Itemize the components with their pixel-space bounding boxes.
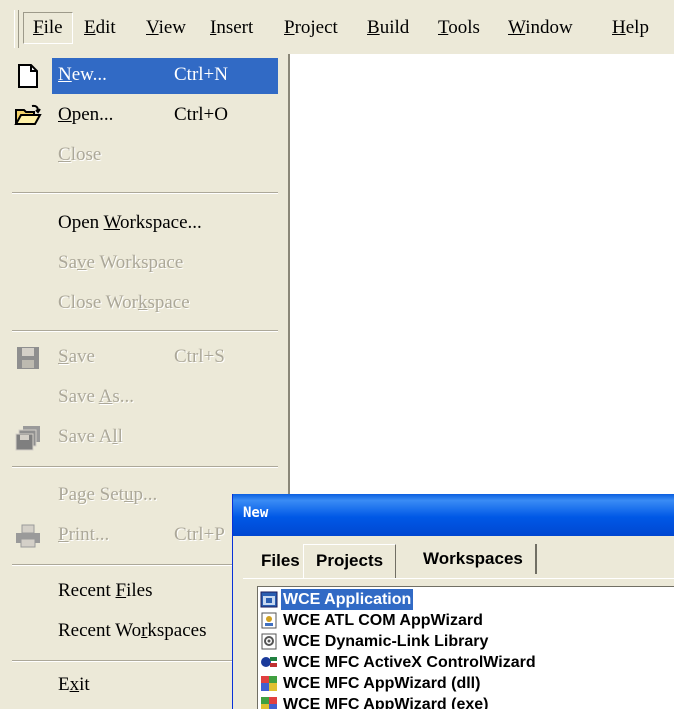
printer-icon — [14, 523, 42, 549]
tab-projects[interactable]: Projects — [303, 544, 397, 578]
save-all-icon — [14, 425, 42, 451]
menu-separator — [12, 330, 278, 332]
menu-project[interactable]: Project — [284, 16, 338, 40]
menu-window[interactable]: Window — [508, 16, 573, 40]
menu-insert[interactable]: Insert — [210, 16, 253, 40]
menu-item-close-workspace[interactable]: Close Workspace — [0, 286, 286, 322]
new-dialog: New Files Projects Workspaces WCE Applic… — [232, 494, 674, 709]
menu-item-close[interactable]: Close — [0, 138, 286, 174]
menu-edit[interactable]: Edit — [84, 16, 116, 40]
floppy-disk-icon — [14, 345, 42, 371]
menu-view[interactable]: View — [146, 16, 186, 40]
atl-com-wizard-icon — [260, 612, 278, 629]
menu-item-save-as[interactable]: Save As... — [0, 380, 286, 416]
menu-separator — [12, 192, 278, 194]
menu-item-open[interactable]: Open... Ctrl+O — [0, 98, 286, 134]
menu-separator — [12, 466, 278, 468]
menu-tools[interactable]: Tools — [438, 16, 480, 40]
project-type-list[interactable]: WCE Application WCE ATL COM AppWizard WC… — [257, 586, 674, 709]
new-document-icon — [14, 63, 42, 89]
menu-item-save-all[interactable]: Save All — [0, 420, 286, 456]
menu-file[interactable]: File — [23, 12, 73, 44]
menu-item-new[interactable]: New... Ctrl+N — [0, 58, 286, 94]
menu-item-open-workspace[interactable]: Open Workspace... — [0, 206, 286, 242]
dialog-title: New — [243, 505, 269, 521]
menu-item-save[interactable]: Save Ctrl+S — [0, 340, 286, 376]
menu-bar: File Edit View Insert Project Build Tool… — [0, 0, 674, 54]
tab-workspaces[interactable]: Workspaces — [411, 544, 537, 574]
activex-control-icon — [260, 654, 278, 671]
wce-application-icon — [260, 591, 278, 608]
mfc-appwizard-exe-icon — [260, 696, 278, 709]
mfc-appwizard-dll-icon — [260, 675, 278, 692]
toolbar-grip[interactable] — [14, 10, 19, 48]
dll-icon — [260, 633, 278, 650]
tab-strip-line — [243, 578, 674, 579]
menu-build[interactable]: Build — [367, 16, 409, 40]
open-folder-icon — [14, 103, 42, 129]
menu-help[interactable]: Help — [612, 16, 649, 40]
dialog-title-bar[interactable]: New — [233, 494, 674, 536]
menu-item-save-workspace[interactable]: Save Workspace — [0, 246, 286, 282]
